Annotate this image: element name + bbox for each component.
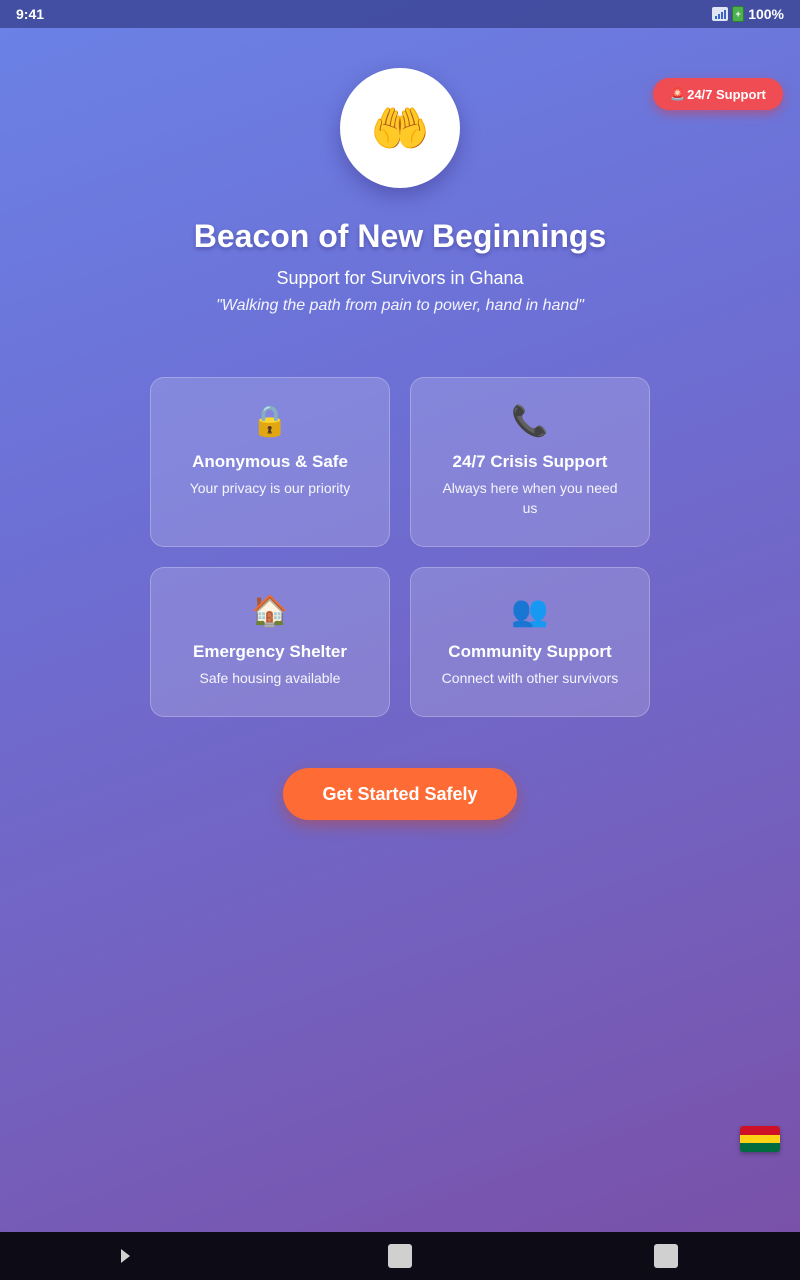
feature-card-shelter[interactable]: 🏠 Emergency Shelter Safe housing availab… <box>150 567 390 717</box>
app-tagline: "Walking the path from pain to power, ha… <box>216 297 584 314</box>
battery-icon: + <box>732 6 745 22</box>
nav-back-icon[interactable] <box>121 1249 130 1263</box>
nav-home-icon[interactable] <box>388 1244 412 1268</box>
flag-stripe-green <box>740 1143 780 1152</box>
status-time: 9:41 <box>16 6 45 22</box>
lock-icon: 🔒 <box>251 405 289 438</box>
feature-description: Safe housing available <box>199 670 341 686</box>
flag-stripe-red <box>740 1126 780 1135</box>
people-icon: 👥 <box>511 595 549 628</box>
ghana-flag-button[interactable] <box>740 1126 780 1152</box>
support-button-label: 24/7 Support <box>687 86 766 102</box>
app-logo: 🤲 <box>340 68 460 188</box>
feature-title: Anonymous & Safe <box>192 452 348 471</box>
feature-description: Always here when you need us <box>442 480 618 516</box>
app-title: Beacon of New Beginnings <box>193 218 607 254</box>
feature-title: 24/7 Crisis Support <box>452 452 608 471</box>
get-started-button[interactable]: Get Started Safely <box>283 768 517 820</box>
house-icon: 🏠 <box>251 595 289 628</box>
signal-icon <box>712 7 729 21</box>
feature-title: Emergency Shelter <box>192 642 347 661</box>
app-subtitle: Support for Survivors in Ghana <box>276 268 524 288</box>
status-indicators: + 100% <box>712 6 784 22</box>
feature-card-anonymous[interactable]: 🔒 Anonymous & Safe Your privacy is our p… <box>150 377 390 547</box>
battery-level: 100% <box>748 6 784 22</box>
flag-stripe-gold <box>740 1134 780 1144</box>
feature-description: Connect with other survivors <box>441 670 619 686</box>
feature-card-crisis-support[interactable]: 📞 24/7 Crisis Support Always here when y… <box>410 377 650 547</box>
feature-description: Your privacy is our priority <box>189 480 351 496</box>
system-nav-bar <box>0 1232 800 1280</box>
support-24-7-button[interactable]: 🚨 24/7 Support <box>653 78 783 110</box>
status-bar: 9:41 + 100% <box>0 0 800 28</box>
nav-recents-icon[interactable] <box>654 1244 678 1268</box>
siren-icon: 🚨 <box>670 87 686 101</box>
phone-icon: 📞 <box>511 405 549 438</box>
open-hands-icon: 🤲 <box>370 102 430 156</box>
feature-title: Community Support <box>448 642 612 661</box>
feature-card-community[interactable]: 👥 Community Support Connect with other s… <box>410 567 650 717</box>
